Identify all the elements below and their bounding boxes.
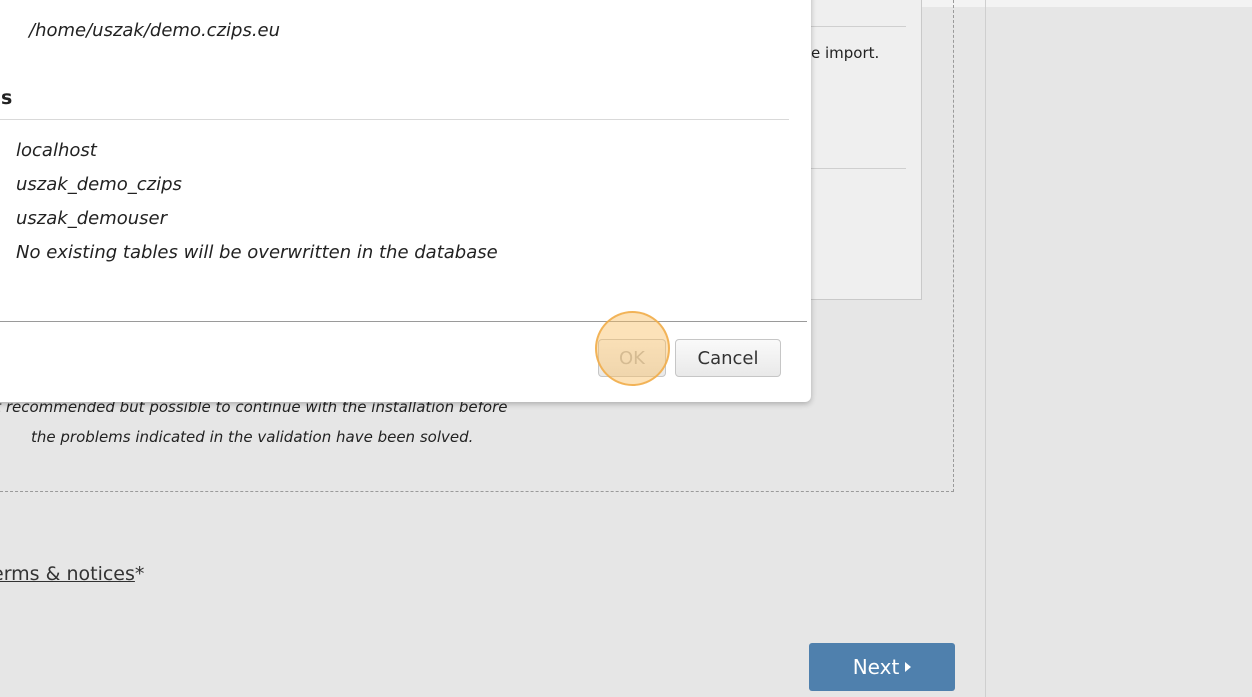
terms-row: erms & notices* [0, 563, 144, 585]
overwrite-note: No existing tables will be overwritten i… [16, 242, 498, 263]
ok-button[interactable]: OK [598, 339, 666, 377]
section-heading: s [1, 87, 13, 109]
right-column-divider [985, 0, 986, 697]
install-path-value: /home/uszak/demo.czips.eu [29, 20, 281, 41]
warning-line-2: the problems indicated in the validation… [31, 428, 474, 446]
confirmation-dialog: /home/uszak/demo.czips.eu s localhost us… [0, 0, 811, 402]
db-name-value: uszak_demo_czips [16, 174, 182, 195]
caret-right-icon [905, 662, 912, 672]
heading-divider [0, 119, 789, 120]
next-button[interactable]: Next [809, 643, 955, 691]
db-user-value: uszak_demouser [16, 208, 167, 229]
terms-notices-link[interactable]: erms & notices [0, 563, 135, 585]
next-button-label: Next [852, 655, 900, 679]
installer-page: e import. ot recommended but possible to… [0, 0, 1252, 697]
import-text: e import. [811, 44, 880, 62]
required-marker: * [134, 563, 145, 585]
dialog-footer-divider [0, 321, 807, 322]
db-host-value: localhost [16, 140, 97, 161]
cancel-button[interactable]: Cancel [675, 339, 781, 377]
